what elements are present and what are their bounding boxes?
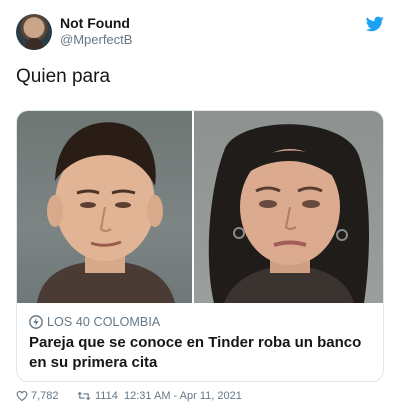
photo-man-mugshot — [17, 111, 192, 303]
retweet-icon[interactable] — [77, 390, 91, 402]
bolt-icon — [29, 315, 43, 329]
card-source: LOS 40 COLOMBIA — [29, 315, 369, 331]
tweet-text: Quien para — [16, 66, 111, 87]
man-portrait-illustration — [37, 122, 175, 303]
like-count: 7,782 — [31, 390, 59, 402]
tweet-header: Not Found @MperfectB — [16, 14, 384, 52]
source-label: LOS 40 COLOMBIA — [47, 315, 161, 329]
timestamp[interactable]: 12:31 AM - Apr 11, 2021 — [124, 390, 242, 402]
tweet-footer: 7,782 1114 12:31 AM - Apr 11, 2021 — [16, 389, 384, 405]
retweet-count: 1114 — [95, 390, 118, 402]
twitter-bird-icon[interactable] — [366, 16, 384, 32]
card-image[interactable] — [17, 111, 383, 303]
heart-icon[interactable] — [16, 390, 28, 402]
woman-portrait-illustration — [208, 124, 369, 303]
link-card[interactable]: LOS 40 COLOMBIA Pareja que se conoce en … — [16, 110, 384, 382]
photo-woman-mugshot — [194, 111, 383, 303]
avatar[interactable] — [16, 14, 52, 50]
user-handle[interactable]: @MperfectB — [60, 32, 132, 47]
card-title[interactable]: Pareja que se conoce en Tinder roba un b… — [29, 333, 374, 373]
user-name[interactable]: Not Found — [60, 15, 130, 31]
